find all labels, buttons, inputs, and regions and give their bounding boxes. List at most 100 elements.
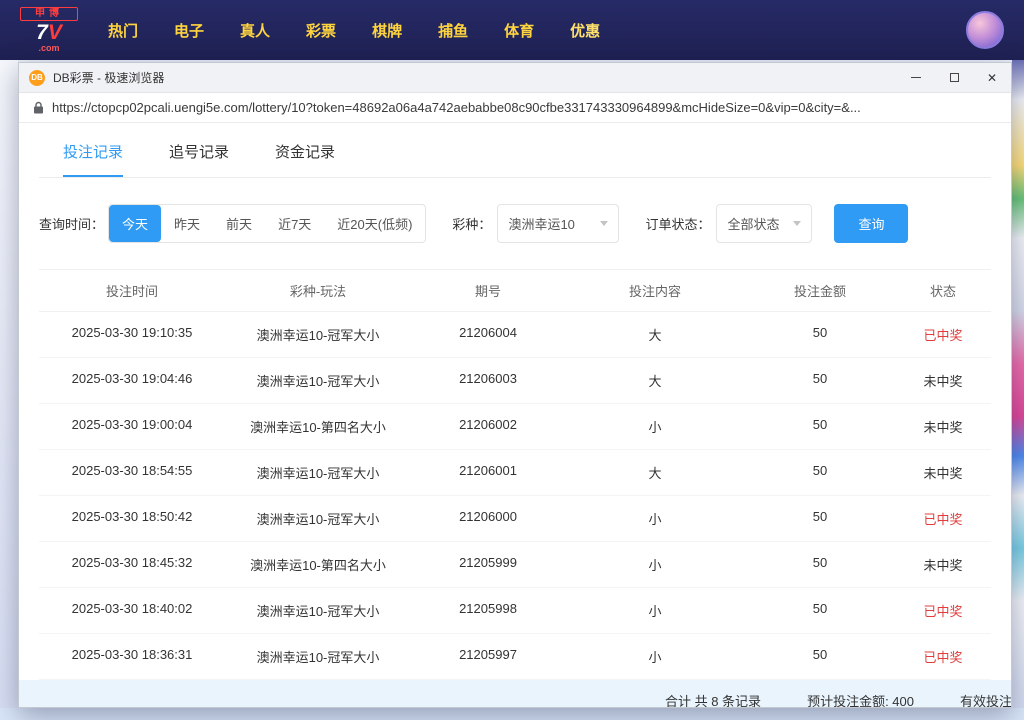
cell-bet-time: 2025-03-30 18:54:55 [39,450,225,495]
user-avatar[interactable] [966,11,1004,49]
lottery-select[interactable]: 澳洲幸运10 [497,204,619,243]
desktop-left-edge [0,60,18,720]
summary-bar: 合计 共 8 条记录 预计投注金额: 400 有效投注金 [19,680,1011,707]
cell-bet-content: 大 [565,312,745,357]
cell-bet-content: 大 [565,450,745,495]
top-nav-item[interactable]: 优惠 [570,20,600,41]
search-button[interactable]: 查询 [834,204,908,243]
table-header-cell: 彩种-玩法 [225,270,411,311]
table-header-cell: 投注金额 [745,270,895,311]
order-status-label: 订单状态： [645,214,710,233]
table-header-cell: 投注时间 [39,270,225,311]
table-header-row: 投注时间彩种-玩法期号投注内容投注金额状态 [39,269,991,312]
summary-valid-amount: 有效投注金 [960,691,1011,708]
cell-game-play: 澳洲幸运10-第四名大小 [225,404,411,449]
cell-game-play: 澳洲幸运10-第四名大小 [225,542,411,587]
cell-bet-content: 小 [565,588,745,633]
chevron-down-icon [600,221,608,226]
record-tab[interactable]: 资金记录 [275,141,335,177]
order-status-select[interactable]: 全部状态 [716,204,812,243]
cell-issue-number: 21205998 [411,588,565,633]
site-top-nav: 申博 7V .com 热门 电子 真人 彩票 棋牌 捕鱼 体育 优惠 [0,0,1024,60]
cell-bet-time: 2025-03-30 18:45:32 [39,542,225,587]
browser-window: DB DB彩票 - 极速浏览器 ✕ https://ctopcp02pcali.… [18,62,1012,708]
table-row: 2025-03-30 19:04:46澳洲幸运10-冠军大小21206003大5… [39,358,991,404]
table-row: 2025-03-30 18:36:31澳洲幸运10-冠军大小21205997小5… [39,634,991,680]
cell-issue-number: 21205997 [411,634,565,679]
top-nav-item[interactable]: 热门 [108,20,138,41]
cell-bet-content: 小 [565,496,745,541]
cell-bet-time: 2025-03-30 18:36:31 [39,634,225,679]
top-nav-item[interactable]: 体育 [504,20,534,41]
cell-game-play: 澳洲幸运10-冠军大小 [225,588,411,633]
cell-bet-amount: 50 [745,496,895,541]
cell-bet-content: 小 [565,404,745,449]
cell-bet-time: 2025-03-30 19:00:04 [39,404,225,449]
cell-issue-number: 21206001 [411,450,565,495]
cell-bet-amount: 50 [745,542,895,587]
top-nav-links: 热门 电子 真人 彩票 棋牌 捕鱼 体育 优惠 [108,20,966,41]
table-row: 2025-03-30 19:10:35澳洲幸运10-冠军大小21206004大5… [39,312,991,358]
cell-status: 未中奖 [895,404,991,449]
maximize-icon [950,73,959,82]
cell-status: 已中奖 [895,588,991,633]
minimize-icon [911,77,921,78]
order-status-value: 全部状态 [727,214,779,233]
cell-game-play: 澳洲幸运10-冠军大小 [225,358,411,403]
cell-bet-time: 2025-03-30 19:10:35 [39,312,225,357]
top-nav-item[interactable]: 彩票 [306,20,336,41]
minimize-button[interactable] [897,63,935,93]
logo-suffix-text: .com [20,44,78,53]
lottery-records-page: 投注记录 追号记录 资金记录 查询时间： 今天昨天前天近7天近20天(低频) 彩种：… [19,123,1011,707]
cell-bet-time: 2025-03-30 18:40:02 [39,588,225,633]
time-range-option[interactable]: 今天 [109,205,161,242]
record-tab[interactable]: 投注记录 [63,141,123,177]
lottery-select-value: 澳洲幸运10 [508,214,574,233]
cell-issue-number: 21206000 [411,496,565,541]
cell-bet-amount: 50 [745,312,895,357]
table-row: 2025-03-30 18:45:32澳洲幸运10-第四名大小21205999小… [39,542,991,588]
top-nav-item[interactable]: 电子 [174,20,204,41]
cell-bet-amount: 50 [745,450,895,495]
cell-bet-amount: 50 [745,358,895,403]
logo-main-text: 7V [20,22,78,43]
close-icon: ✕ [987,72,997,84]
time-range-option[interactable]: 近7天 [265,205,324,242]
cell-status: 已中奖 [895,496,991,541]
browser-titlebar: DB DB彩票 - 极速浏览器 ✕ [19,63,1011,93]
cell-bet-amount: 50 [745,634,895,679]
cell-issue-number: 21205999 [411,542,565,587]
filter-bar: 查询时间： 今天昨天前天近7天近20天(低频) 彩种： 澳洲幸运10 订单状态：… [39,204,991,243]
site-logo[interactable]: 申博 7V .com [20,7,78,53]
cell-bet-content: 大 [565,358,745,403]
time-range-option[interactable]: 近20天(低频) [324,205,425,242]
summary-expected-amount: 预计投注金额: 400 [807,691,914,708]
desktop-right-edge [1012,60,1024,720]
top-nav-item[interactable]: 捕鱼 [438,20,468,41]
window-title: DB彩票 - 极速浏览器 [53,69,897,86]
chevron-down-icon [793,221,801,226]
top-nav-item[interactable]: 真人 [240,20,270,41]
record-tab[interactable]: 追号记录 [169,141,229,177]
time-range-option[interactable]: 前天 [213,205,265,242]
cell-issue-number: 21206003 [411,358,565,403]
site-favicon-icon: DB [29,70,45,86]
top-nav-item[interactable]: 棋牌 [372,20,402,41]
cell-issue-number: 21206002 [411,404,565,449]
table-header-cell: 投注内容 [565,270,745,311]
time-range-option[interactable]: 昨天 [161,205,213,242]
url-text[interactable]: https://ctopcp02pcali.uengi5e.com/lotter… [52,100,861,115]
maximize-button[interactable] [935,63,973,93]
lock-icon [33,101,44,114]
table-row: 2025-03-30 18:50:42澳洲幸运10-冠军大小21206000小5… [39,496,991,542]
table-row: 2025-03-30 18:40:02澳洲幸运10-冠军大小21205998小5… [39,588,991,634]
close-button[interactable]: ✕ [973,63,1011,93]
browser-addressbar[interactable]: https://ctopcp02pcali.uengi5e.com/lotter… [19,93,1011,123]
table-body: 2025-03-30 19:10:35澳洲幸运10-冠军大小21206004大5… [39,312,991,680]
table-header-cell: 状态 [895,270,991,311]
cell-game-play: 澳洲幸运10-冠军大小 [225,496,411,541]
cell-status: 未中奖 [895,542,991,587]
cell-bet-time: 2025-03-30 19:04:46 [39,358,225,403]
table-row: 2025-03-30 18:54:55澳洲幸运10-冠军大小21206001大5… [39,450,991,496]
cell-bet-content: 小 [565,542,745,587]
